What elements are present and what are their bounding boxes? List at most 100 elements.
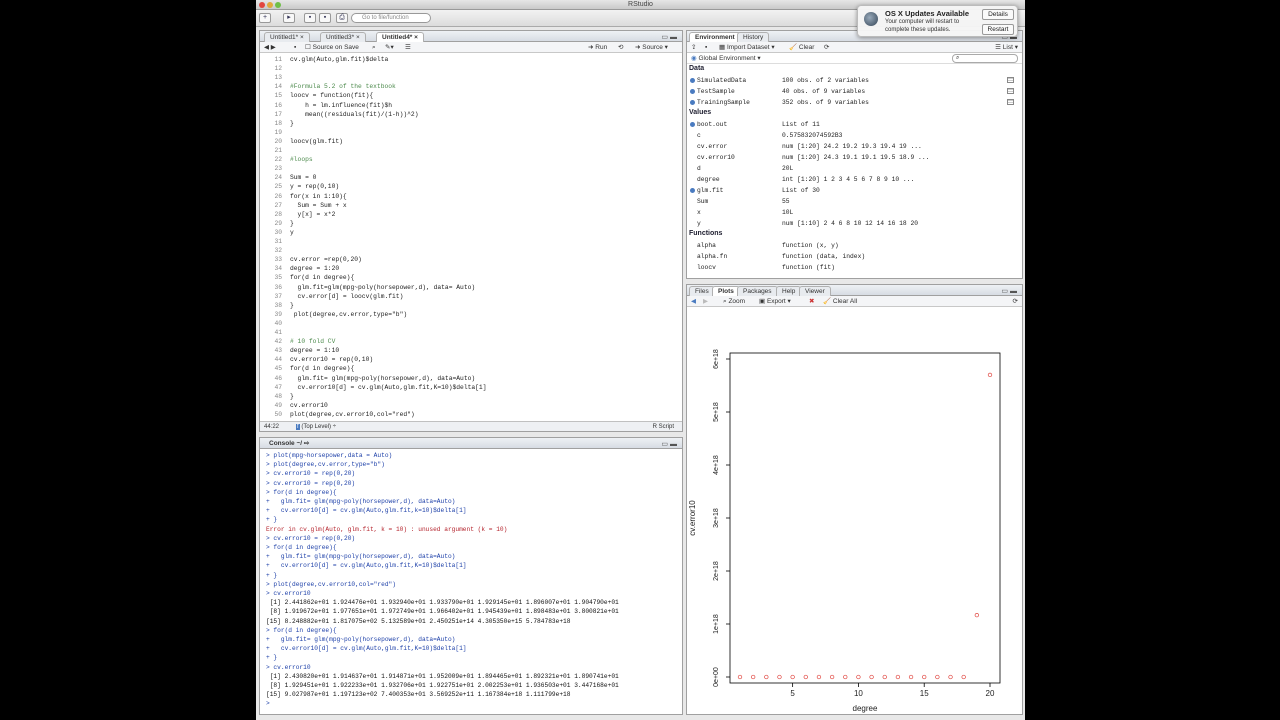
code-line[interactable]: 16 h = lm.influence(fit)$h [260, 101, 682, 110]
tab-plots[interactable]: Plots [712, 286, 740, 296]
code-line[interactable]: 15 loocv = function(fit){ [260, 91, 682, 100]
search-icon[interactable]: ⌕ [372, 43, 376, 52]
rerun-icon[interactable]: ⟲ [618, 43, 623, 52]
code-line[interactable]: 50 plot(degree,cv.error10,col="red") [260, 410, 682, 419]
view-data-icon[interactable] [1007, 88, 1014, 94]
env-row-alpha[interactable]: alpha function (x, y) [687, 240, 1022, 251]
pane-window-buttons[interactable]: ▭▬ [1001, 287, 1019, 295]
env-row-alpha-fn[interactable]: alpha.fn function (data, index) [687, 251, 1022, 262]
save-icon[interactable]: ▪ [304, 13, 316, 23]
code-line[interactable]: 33 cv.error =rep(0,20) [260, 255, 682, 264]
code-line[interactable]: 30 y [260, 228, 682, 237]
tab-viewer[interactable]: Viewer [799, 286, 831, 296]
console-output[interactable]: > plot(mpg~horsepower,data = Auto) > plot… [260, 449, 682, 714]
code-line[interactable]: 19 [260, 128, 682, 137]
code-line[interactable]: 43 degree = 1:10 [260, 346, 682, 355]
source-on-save-checkbox[interactable]: ☐ Source on Save [305, 43, 359, 52]
code-line[interactable]: 28 y[x] = x*2 [260, 210, 682, 219]
view-data-icon[interactable] [1007, 99, 1014, 105]
code-line[interactable]: 32 [260, 246, 682, 255]
env-row-d[interactable]: d 20L [687, 163, 1022, 174]
code-line[interactable]: 18} [260, 119, 682, 128]
next-plot-icon[interactable]: ▶ [703, 297, 708, 306]
details-button[interactable]: Details [982, 9, 1014, 20]
env-row-cv-error10[interactable]: cv.error10 num [1:20] 24.3 19.1 19.1 19.5… [687, 152, 1022, 163]
env-row-boot-out[interactable]: boot.out List of 11 [687, 119, 1022, 130]
source-button[interactable]: ➜ Source ▾ [635, 43, 668, 52]
code-line[interactable]: 35 for(d in degree){ [260, 273, 682, 282]
code-line[interactable]: 29} [260, 219, 682, 228]
code-line[interactable]: 49 cv.error10 [260, 401, 682, 410]
expand-icon[interactable] [690, 89, 695, 94]
new-file-icon[interactable]: + [259, 13, 271, 23]
export-button[interactable]: ▣ Export ▾ [759, 297, 791, 306]
tab-untitled4[interactable]: Untitled4* × [376, 32, 424, 42]
load-workspace-icon[interactable]: ⇪ [691, 43, 696, 52]
code-line[interactable]: 24 Sum = 0 [260, 173, 682, 182]
refresh-icon[interactable]: ⟳ [824, 43, 829, 52]
env-row-cv-error[interactable]: cv.error num [1:20] 24.2 19.2 19.3 19.4 1… [687, 141, 1022, 152]
code-line[interactable]: 14 #Formula 5.2 of the textbook [260, 82, 682, 91]
refresh-icon[interactable]: ⟳ [1013, 297, 1018, 306]
code-line[interactable]: 34 degree = 1:20 [260, 264, 682, 273]
code-line[interactable]: 39 plot(degree,cv.error,type="b") [260, 310, 682, 319]
list-icon[interactable]: ☰ [405, 43, 411, 52]
run-button[interactable]: ➜ Run [588, 43, 607, 52]
wand-icon[interactable]: ✎▾ [385, 43, 394, 52]
env-row-x[interactable]: x 10L [687, 207, 1022, 218]
env-row-simulateddata[interactable]: SimulatedData 100 obs. of 2 variables [687, 75, 1022, 86]
tab-untitled3[interactable]: Untitled3* × [320, 32, 366, 42]
code-line[interactable]: 13 [260, 73, 682, 82]
code-line[interactable]: 36 glm.fit=glm(mpg~poly(horsepower,d), d… [260, 283, 682, 292]
print-icon[interactable]: ⎙ [336, 13, 348, 23]
expand-icon[interactable] [690, 78, 695, 83]
code-line[interactable]: 42 # 10 fold CV [260, 337, 682, 346]
import-dataset-button[interactable]: ▦ Import Dataset ▾ [719, 43, 775, 52]
expand-icon[interactable] [690, 100, 695, 105]
code-line[interactable]: 12 [260, 64, 682, 73]
tab-packages[interactable]: Packages [737, 286, 778, 296]
save-icon[interactable]: ▪ [294, 43, 296, 52]
env-row-testsample[interactable]: TestSample 40 obs. of 9 variables [687, 86, 1022, 97]
env-row-trainingsample[interactable]: TrainingSample 352 obs. of 9 variables [687, 97, 1022, 108]
code-line[interactable]: 11 cv.glm(Auto,glm.fit)$delta [260, 55, 682, 64]
expand-icon[interactable] [690, 122, 695, 127]
env-row-loocv[interactable]: loocv function (fit) [687, 262, 1022, 273]
previous-plot-icon[interactable]: ◀ [691, 297, 696, 306]
scope-selector[interactable]: f (Top Level) ÷ [296, 422, 336, 431]
back-arrow-icon[interactable]: ◀ ▶ [264, 43, 276, 52]
code-line[interactable]: 47 cv.error10[d] = cv.glm(Auto,glm.fit,K… [260, 383, 682, 392]
clear-button[interactable]: 🧹 Clear [789, 43, 814, 52]
tab-history[interactable]: History [737, 32, 770, 42]
search-input[interactable]: ⌕ [952, 54, 1018, 63]
env-row-y[interactable]: y num [1:10] 2 4 6 8 10 12 14 16 18 20 [687, 218, 1022, 229]
view-data-icon[interactable] [1007, 77, 1014, 83]
list-view-dropdown[interactable]: ☰ List ▾ [995, 43, 1018, 52]
code-line[interactable]: 31 [260, 237, 682, 246]
restart-button[interactable]: Restart [982, 24, 1014, 35]
clear-all-button[interactable]: 🧹 Clear All [823, 297, 857, 306]
save-workspace-icon[interactable]: ▪ [705, 43, 707, 52]
code-line[interactable]: 41 [260, 328, 682, 337]
code-line[interactable]: 26 for(x in 1:10){ [260, 192, 682, 201]
global-environment-dropdown[interactable]: ◉ Global Environment ▾ [691, 54, 761, 63]
tab-files[interactable]: Files [689, 286, 715, 296]
file-type-selector[interactable]: R Script [653, 422, 674, 431]
pane-window-buttons[interactable]: ▭▬ [661, 440, 679, 448]
remove-plot-icon[interactable]: ✖ [809, 297, 814, 306]
env-row-sum[interactable]: Sum 55 [687, 196, 1022, 207]
expand-icon[interactable] [690, 188, 695, 193]
tab-untitled1[interactable]: Untitled1* × [264, 32, 310, 42]
save-all-icon[interactable]: ▪ [319, 13, 331, 23]
code-line[interactable]: 20 loocv(glm.fit) [260, 137, 682, 146]
code-area[interactable]: 11 cv.glm(Auto,glm.fit)$delta 12 13 14 #Formu… [260, 53, 682, 431]
code-line[interactable]: 44 cv.error10 = rep(0,10) [260, 355, 682, 364]
code-line[interactable]: 25 y = rep(0,10) [260, 182, 682, 191]
code-line[interactable]: 17 mean((residuals(fit)/(1-h))^2) [260, 110, 682, 119]
env-row-degree[interactable]: degree int [1:20] 1 2 3 4 5 6 7 8 9 10 ..… [687, 174, 1022, 185]
tab-environment[interactable]: Environment [689, 32, 741, 42]
tab-help[interactable]: Help [776, 286, 802, 296]
code-line[interactable]: 22 #loops [260, 155, 682, 164]
env-row-c[interactable]: c 0.575832074592B3 [687, 130, 1022, 141]
code-line[interactable]: 40 [260, 319, 682, 328]
